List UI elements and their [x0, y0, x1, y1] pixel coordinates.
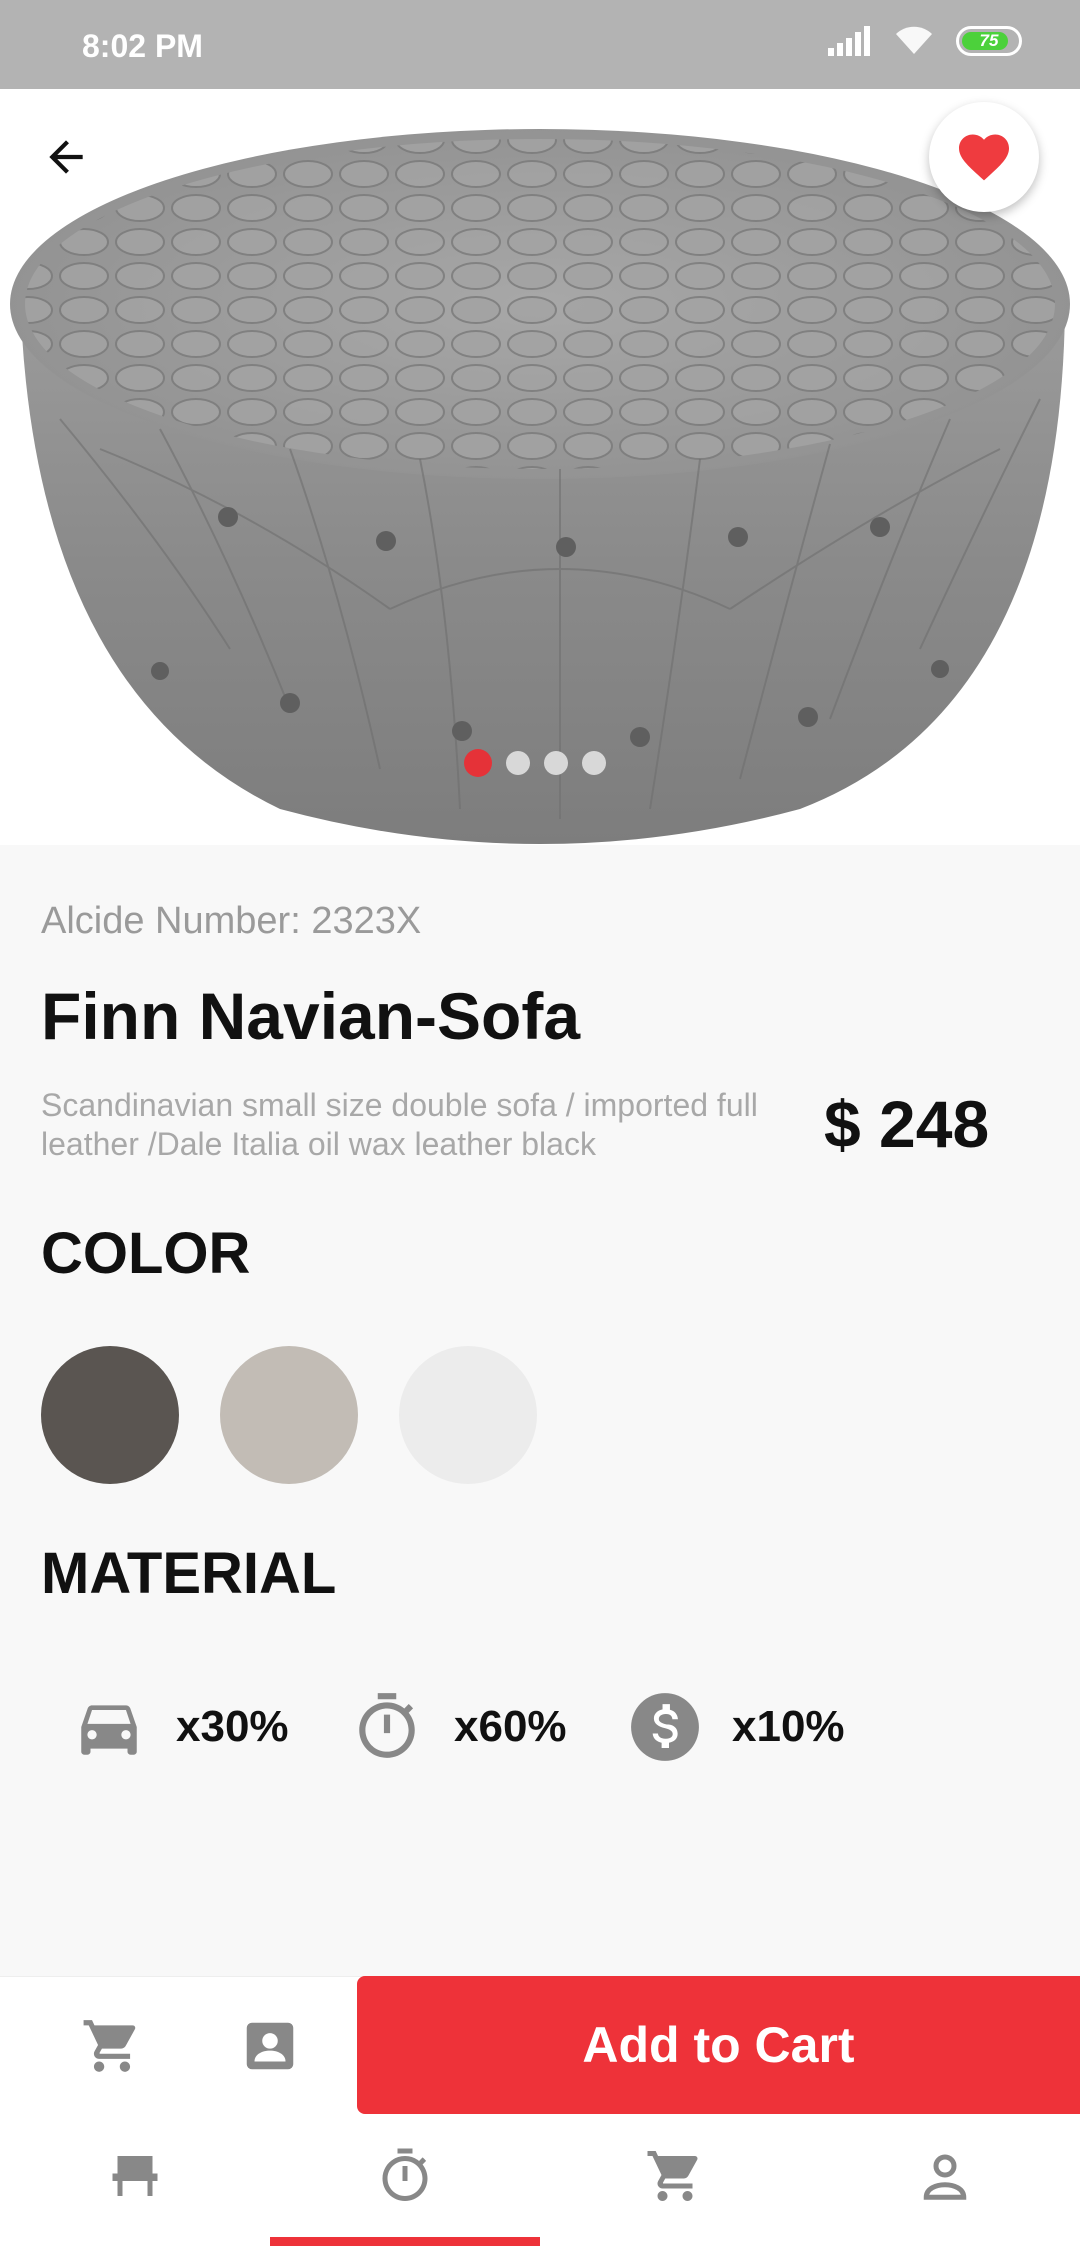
timer-icon — [382, 2148, 428, 2201]
nav-item-timer[interactable] — [373, 2144, 437, 2208]
dollar-icon — [628, 1690, 702, 1764]
contact-button[interactable] — [237, 2013, 303, 2079]
product-title: Finn Navian-Sofa — [41, 979, 581, 1053]
timer-icon — [350, 1690, 424, 1764]
nav-item-furniture[interactable] — [103, 2144, 167, 2208]
cart-icon — [647, 2151, 698, 2201]
cart-icon — [83, 2020, 136, 2072]
product-image-carousel[interactable] — [0, 89, 1080, 845]
battery-level: 75 — [979, 31, 999, 50]
pagination-dot[interactable] — [506, 751, 530, 775]
product-price: $ 248 — [824, 1087, 990, 1161]
arrow-back-icon — [49, 140, 83, 174]
contact-card-icon — [246, 2022, 294, 2070]
add-to-cart-button[interactable]: Add to Cart — [357, 1976, 1080, 2114]
status-icons: 75 — [828, 26, 1022, 56]
car-icon — [72, 1690, 146, 1764]
pagination-dot[interactable] — [464, 749, 492, 777]
cart-shortcut-button[interactable] — [79, 2013, 145, 2079]
heart-icon — [959, 134, 1009, 181]
pagination-dot[interactable] — [582, 751, 606, 775]
color-swatch-light[interactable] — [399, 1346, 537, 1484]
material-section-title: MATERIAL — [41, 1541, 337, 1606]
signal-icon — [828, 26, 870, 56]
article-number: Alcide Number: 2323X — [41, 900, 422, 942]
bottom-navigation — [0, 2114, 1080, 2246]
material-label: x60% — [454, 1702, 567, 1751]
material-label: x30% — [176, 1702, 289, 1751]
material-item: x30% — [72, 1690, 350, 1764]
color-swatch-taupe[interactable] — [220, 1346, 358, 1484]
favorite-button[interactable] — [929, 102, 1039, 212]
material-list: x30% x60% x10% — [72, 1690, 906, 1764]
status-bar: 8:02 PM 75 — [0, 0, 1080, 89]
battery-icon: 75 — [956, 26, 1022, 56]
material-label: x10% — [732, 1702, 845, 1751]
nav-item-cart[interactable] — [643, 2144, 707, 2208]
back-button[interactable] — [38, 129, 94, 185]
pagination-dot[interactable] — [544, 751, 568, 775]
image-pagination-dots — [464, 749, 606, 777]
status-time: 8:02 PM — [82, 28, 203, 64]
color-section-title: COLOR — [41, 1221, 251, 1286]
material-item: x60% — [350, 1690, 628, 1764]
wifi-icon — [896, 26, 932, 54]
color-swatch-dark[interactable] — [41, 1346, 179, 1484]
chair-icon — [112, 2156, 158, 2196]
product-description: Scandinavian small size double sofa / im… — [41, 1087, 758, 1162]
product-image — [10, 129, 1070, 844]
material-item: x10% — [628, 1690, 906, 1764]
person-icon — [923, 2154, 967, 2200]
nav-active-indicator — [270, 2237, 540, 2246]
nav-item-profile[interactable] — [913, 2144, 977, 2208]
